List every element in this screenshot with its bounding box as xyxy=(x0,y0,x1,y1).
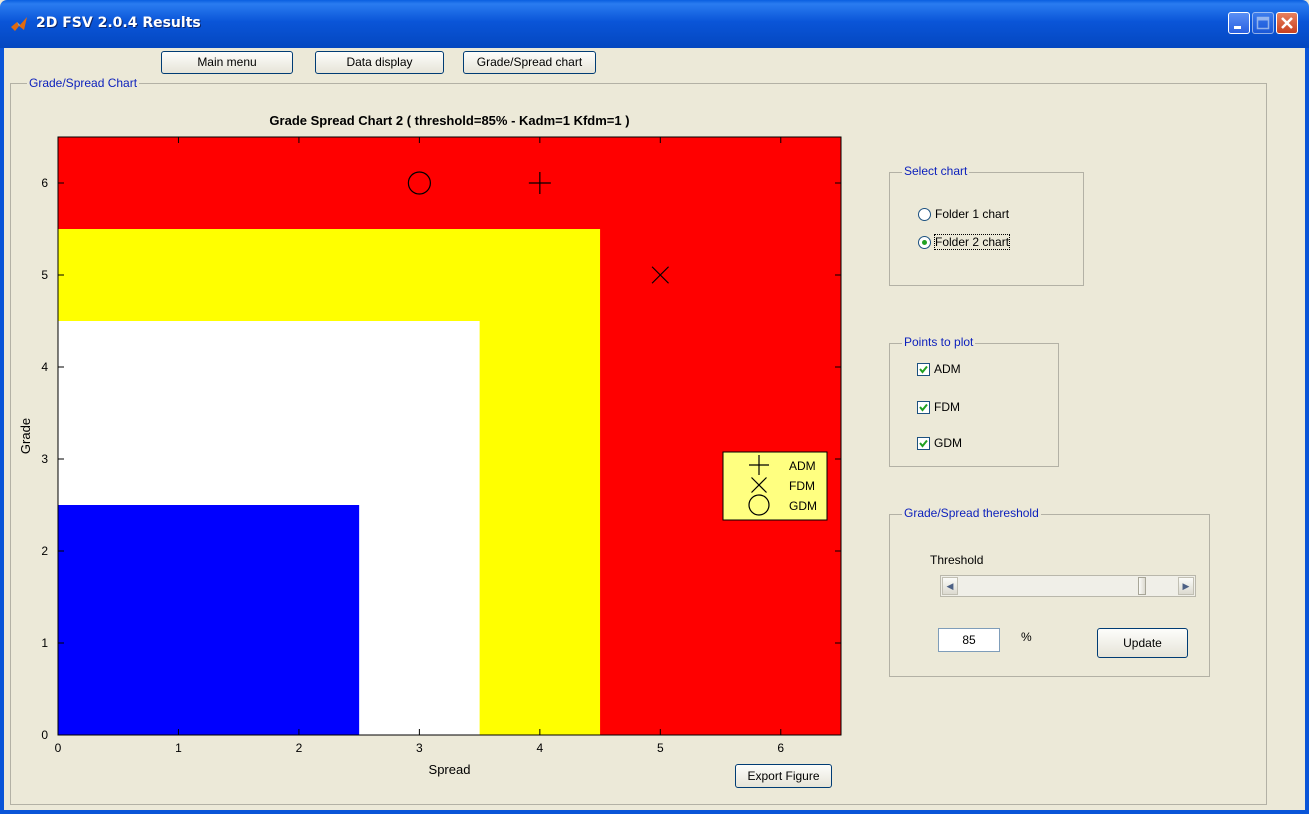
chart-region-3 xyxy=(58,505,360,735)
chart-title: Grade Spread Chart 2 ( threshold=85% - K… xyxy=(269,113,629,128)
slider-left-arrow[interactable]: ◀ xyxy=(942,577,958,595)
chart-regions xyxy=(58,137,841,735)
threshold-label: Threshold xyxy=(930,553,984,567)
arrow-left-icon: ◀ xyxy=(946,581,954,591)
x-tick-label: 6 xyxy=(777,741,784,755)
y-tick-label: 5 xyxy=(41,268,48,282)
slider-thumb[interactable] xyxy=(1137,577,1146,595)
y-tick-label: 0 xyxy=(41,728,48,742)
threshold-slider[interactable]: ◀ ▶ xyxy=(940,575,1196,597)
x-tick-label: 1 xyxy=(175,741,182,755)
chart-legend: ADM FDM GDM xyxy=(722,451,828,521)
x-tick-label: 4 xyxy=(537,741,544,755)
x-axis-label: Spread xyxy=(429,762,471,777)
x-tick-label: 3 xyxy=(416,741,423,755)
slider-right-arrow[interactable]: ▶ xyxy=(1178,577,1194,595)
select-chart-title: Select chart xyxy=(902,164,970,178)
x-tick-label: 0 xyxy=(55,741,62,755)
radio-selected-dot xyxy=(922,240,927,245)
folder-2-chart-label: Folder 2 chart xyxy=(933,234,1011,250)
gdm-checkbox-label: GDM xyxy=(934,436,962,450)
checkmark-icon xyxy=(919,439,928,448)
y-tick-label: 4 xyxy=(41,360,48,374)
folder-1-chart-label: Folder 1 chart xyxy=(935,207,1010,221)
y-tick-label: 1 xyxy=(41,636,48,650)
gdm-checkbox[interactable] xyxy=(917,437,930,450)
y-tick-label: 6 xyxy=(41,176,48,190)
x-tick-label: 2 xyxy=(296,741,303,755)
y-tick-label: 3 xyxy=(41,452,48,466)
points-to-plot-title: Points to plot xyxy=(902,335,976,349)
arrow-right-icon: ▶ xyxy=(1182,581,1190,591)
adm-checkbox[interactable] xyxy=(917,363,930,376)
select-chart-group xyxy=(889,172,1084,286)
checkmark-icon xyxy=(919,403,928,412)
folder-2-chart-radio[interactable] xyxy=(918,236,931,249)
adm-checkbox-label: ADM xyxy=(934,362,961,376)
folder-1-chart-radio[interactable] xyxy=(918,208,931,221)
points-to-plot-group xyxy=(889,343,1059,467)
percent-unit-label: % xyxy=(1021,630,1032,644)
export-figure-button[interactable]: Export Figure xyxy=(735,764,832,788)
checkmark-icon xyxy=(919,365,928,374)
y-tick-label: 2 xyxy=(41,544,48,558)
grade-spread-chart: 0 1 2 3 4 5 6 0 1 2 3 4 5 6 Grade Spread Chart 2 ( th… xyxy=(18,113,842,777)
fdm-checkbox[interactable] xyxy=(917,401,930,414)
legend-label-fdm: FDM xyxy=(789,479,815,493)
fdm-checkbox-label: FDM xyxy=(934,400,960,414)
y-axis-label: Grade xyxy=(18,418,33,454)
x-tick-label: 5 xyxy=(657,741,664,755)
update-button[interactable]: Update xyxy=(1097,628,1188,658)
legend-label-adm: ADM xyxy=(789,459,816,473)
threshold-group-title: Grade/Spread thereshold xyxy=(902,506,1041,520)
legend-label-gdm: GDM xyxy=(789,499,817,513)
threshold-value-field[interactable]: 85 xyxy=(938,628,1000,652)
